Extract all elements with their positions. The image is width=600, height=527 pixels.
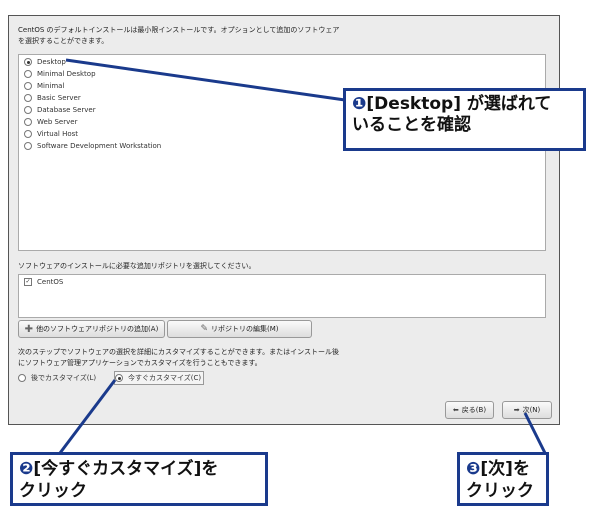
leader-line-2 <box>58 379 117 454</box>
callout-text: [Desktop] が選ばれて <box>366 94 552 114</box>
callout-2: ❷[今すぐカスタマイズ]を クリック <box>10 452 268 506</box>
step-number: ❸ <box>466 459 481 479</box>
step-number: ❶ <box>352 94 367 114</box>
step-number: ❷ <box>19 459 34 479</box>
callout-leader-lines <box>58 58 547 454</box>
leader-line-3 <box>523 412 547 454</box>
callout-1: ❶[Desktop] が選ばれて いることを確認 <box>343 88 586 151</box>
callout-text: クリック <box>466 481 534 501</box>
callout-text: [次]を <box>480 459 530 479</box>
callout-text: いることを確認 <box>352 115 471 135</box>
leader-line-1 <box>65 58 346 102</box>
callout-3: ❸[次]を クリック <box>457 452 549 506</box>
callout-text: クリック <box>19 481 87 501</box>
callout-text: [今すぐカスタマイズ]を <box>33 459 219 479</box>
